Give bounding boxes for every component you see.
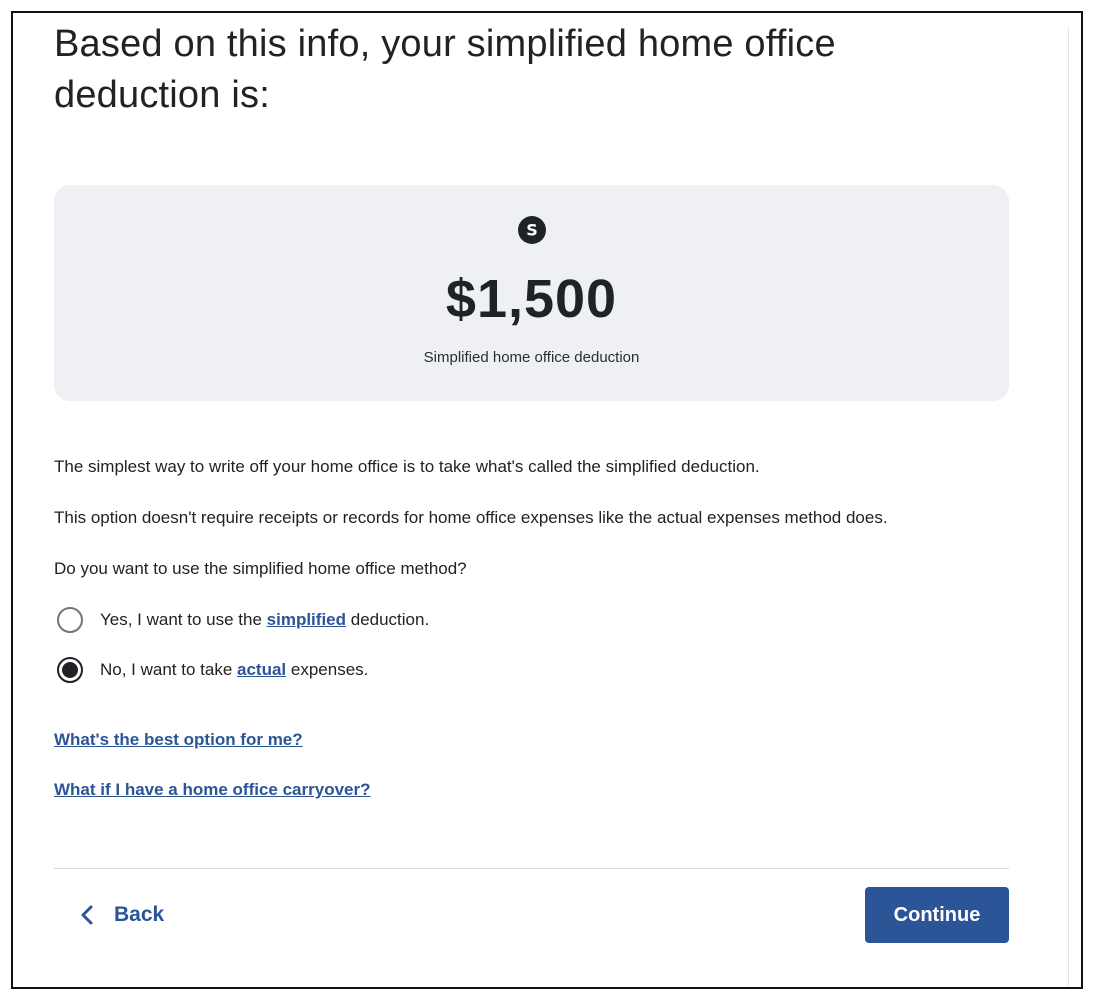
- radio-label: No, I want to take actual expenses.: [100, 660, 368, 680]
- simplified-link[interactable]: simplified: [267, 610, 346, 629]
- best-option-help-link[interactable]: What's the best option for me?: [54, 730, 303, 750]
- explanation-paragraph: This option doesn't require receipts or …: [54, 508, 888, 527]
- continue-button[interactable]: Continue: [865, 887, 1009, 943]
- footer-divider: [54, 868, 1009, 869]
- chevron-left-icon: [81, 905, 93, 925]
- deduction-amount-label: Simplified home office deduction: [423, 349, 640, 366]
- actual-link[interactable]: actual: [237, 660, 286, 679]
- svg-text:S: S: [526, 221, 538, 240]
- radio-option-actual[interactable]: No, I want to take actual expenses.: [57, 657, 368, 683]
- scrollbar-edge: [1068, 27, 1069, 987]
- deduction-amount: $1,500: [445, 269, 618, 329]
- radio-option-simplified[interactable]: Yes, I want to use the simplified deduct…: [57, 607, 429, 633]
- radio-button-unselected[interactable]: [57, 607, 83, 633]
- page-title: Based on this info, your simplified home…: [54, 23, 836, 116]
- page-frame: Based on this info, your simplified home…: [11, 11, 1083, 989]
- radio-label: Yes, I want to use the simplified deduct…: [100, 610, 429, 630]
- main-content: Based on this info, your simplified home…: [54, 19, 1009, 943]
- radio-label-text: No, I want to take: [100, 660, 238, 679]
- radio-button-selected[interactable]: [57, 657, 83, 683]
- dollar-icon: S: [518, 216, 546, 244]
- radio-label-text-end: deduction.: [346, 610, 430, 629]
- back-button[interactable]: Back: [80, 903, 164, 927]
- back-button-label: Back: [114, 903, 165, 926]
- deduction-summary-card: S $1,500 Simplified home office deductio…: [54, 185, 1009, 401]
- radio-label-text-end: expenses.: [286, 660, 369, 679]
- carryover-help-link[interactable]: What if I have a home office carryover?: [54, 780, 370, 800]
- intro-paragraph: The simplest way to write off your home …: [54, 457, 760, 476]
- radio-label-text: Yes, I want to use the: [100, 610, 267, 629]
- question-text: Do you want to use the simplified home o…: [54, 559, 467, 578]
- radio-selected-dot: [62, 662, 78, 678]
